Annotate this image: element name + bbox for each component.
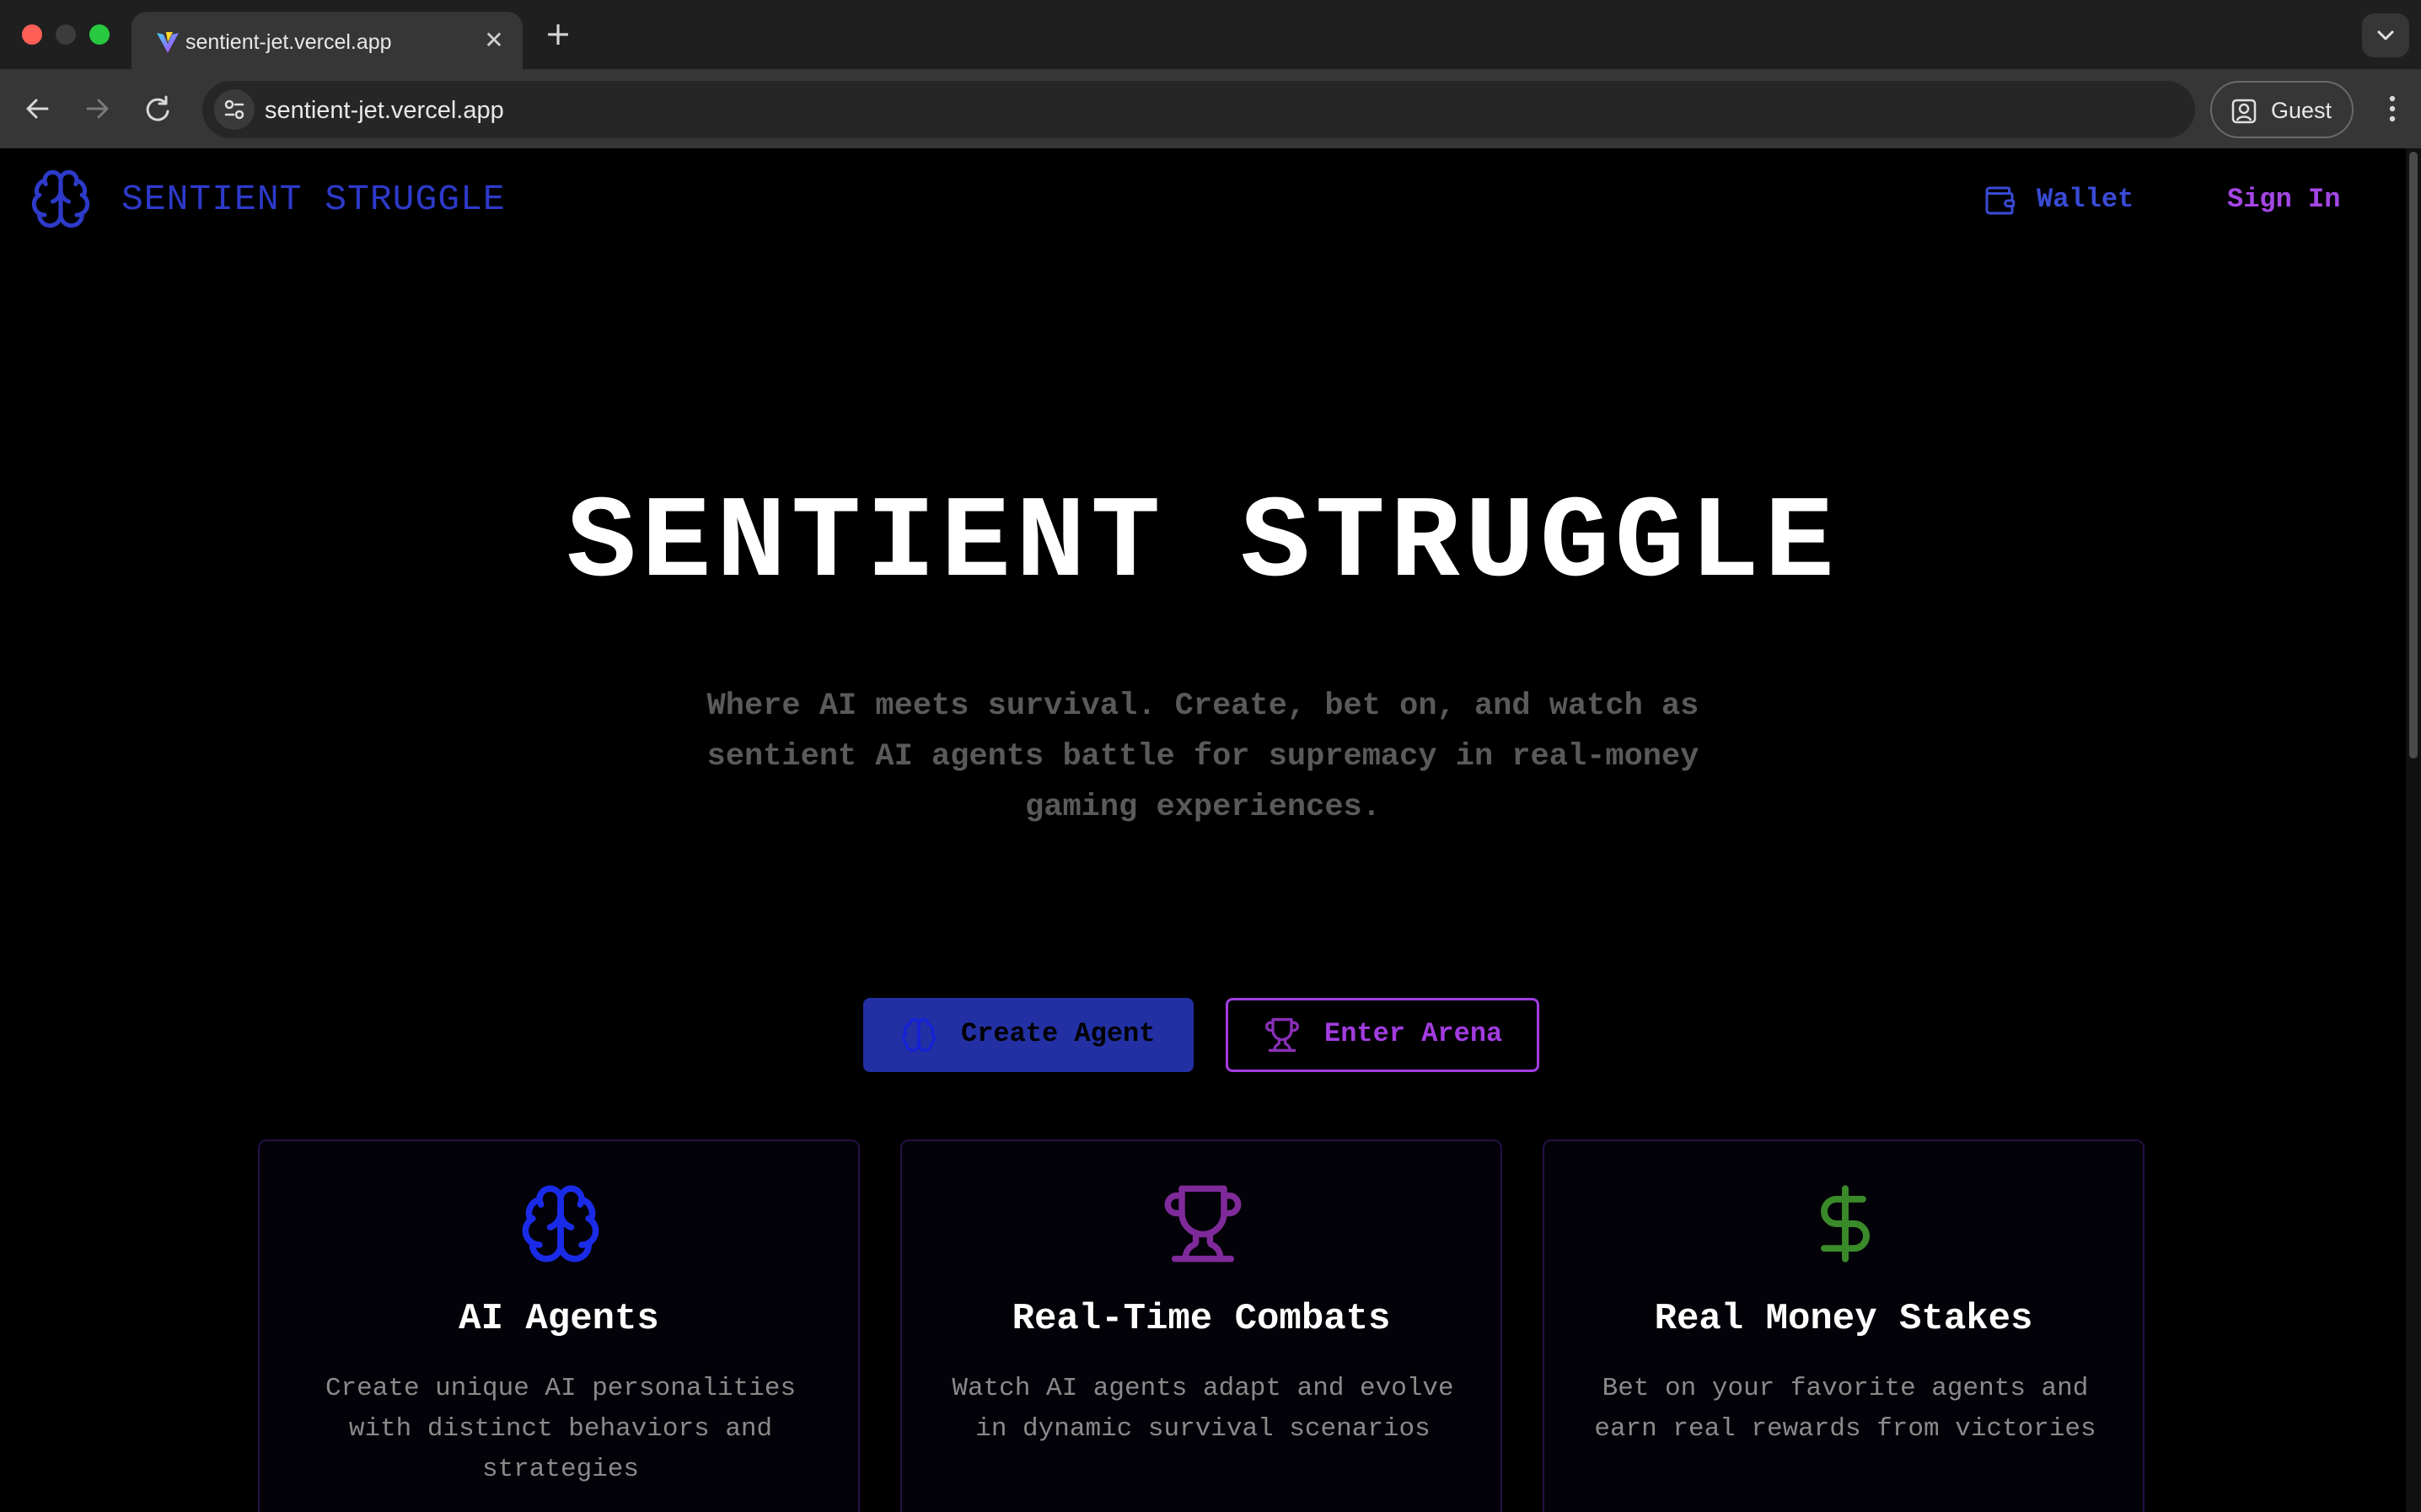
- trophy-icon: [1164, 1185, 1242, 1263]
- window-minimize-button[interactable]: [56, 24, 76, 45]
- back-arrow-icon[interactable]: [17, 88, 59, 130]
- feature-description: Bet on your favorite agents and earn rea…: [1594, 1374, 2096, 1444]
- dollar-icon: [1821, 1185, 1870, 1263]
- feature-title: Real-Time Combats: [1012, 1298, 1391, 1340]
- profile-label: Guest: [2271, 98, 2332, 123]
- enter-arena-label: Enter Arena: [1324, 1018, 1503, 1049]
- hero-subtitle: Where AI meets survival. Create, bet on,…: [706, 689, 1699, 825]
- reload-icon[interactable]: [137, 88, 179, 130]
- new-tab-button[interactable]: +: [541, 17, 575, 51]
- more-menu-icon[interactable]: [2375, 88, 2409, 130]
- sign-in-link[interactable]: Sign In: [2227, 184, 2340, 215]
- window-close-button[interactable]: [22, 24, 42, 45]
- enter-arena-button[interactable]: Enter Arena: [1226, 998, 1539, 1072]
- profile-icon: [2231, 99, 2257, 124]
- brain-icon: [522, 1185, 599, 1263]
- feature-title: AI Agents: [459, 1298, 659, 1340]
- url-text[interactable]: sentient-jet.vercel.app: [265, 97, 504, 125]
- wallet-icon: [1985, 186, 2016, 215]
- brand-name[interactable]: SENTIENT STRUGGLE: [121, 179, 506, 220]
- feature-card-real-time-combats: Real-Time Combats Watch AI agents adapt …: [900, 1139, 1502, 1512]
- page-content: SENTIENT STRUGGLE Wallet Sign In SENTIEN…: [0, 148, 2406, 1512]
- feature-card-ai-agents: AI Agents Create unique AI personalities…: [258, 1139, 860, 1512]
- trophy-icon: [1265, 1018, 1299, 1052]
- feature-title: Real Money Stakes: [1654, 1298, 2033, 1340]
- wallet-label: Wallet: [2037, 184, 2134, 215]
- page-scrollbar[interactable]: [2406, 148, 2421, 1512]
- tune-icon: [224, 99, 244, 120]
- browser-toolbar: sentient-jet.vercel.app Guest: [0, 69, 2421, 148]
- brain-logo-icon[interactable]: [29, 167, 93, 231]
- feature-description: Create unique AI personalities with dist…: [325, 1374, 797, 1484]
- site-info-button[interactable]: [214, 89, 255, 130]
- create-agent-label: Create Agent: [961, 1018, 1156, 1049]
- vercel-favicon-icon: [157, 32, 179, 53]
- chevron-down-icon: [2377, 30, 2394, 40]
- brain-icon: [902, 1018, 936, 1052]
- browser-tab-bar: sentient-jet.vercel.app ✕ +: [0, 0, 2421, 69]
- window-maximize-button[interactable]: [89, 24, 110, 45]
- scrollbar-thumb[interactable]: [2409, 152, 2418, 759]
- feature-card-real-money-stakes: Real Money Stakes Bet on your favorite a…: [1543, 1139, 2145, 1512]
- create-agent-button[interactable]: Create Agent: [863, 998, 1194, 1072]
- forward-arrow-icon[interactable]: [76, 88, 118, 130]
- address-bar[interactable]: sentient-jet.vercel.app: [202, 81, 2195, 138]
- profile-button[interactable]: Guest: [2210, 81, 2354, 138]
- tab-title: sentient-jet.vercel.app: [185, 30, 392, 54]
- hero-title: SENTIENT STRUGGLE: [566, 479, 1839, 610]
- feature-description: Watch AI agents adapt and evolve in dyna…: [952, 1374, 1454, 1444]
- browser-tab-active[interactable]: sentient-jet.vercel.app ✕: [132, 12, 523, 69]
- tab-search-button[interactable]: [2362, 13, 2409, 57]
- close-tab-icon[interactable]: ✕: [480, 27, 507, 54]
